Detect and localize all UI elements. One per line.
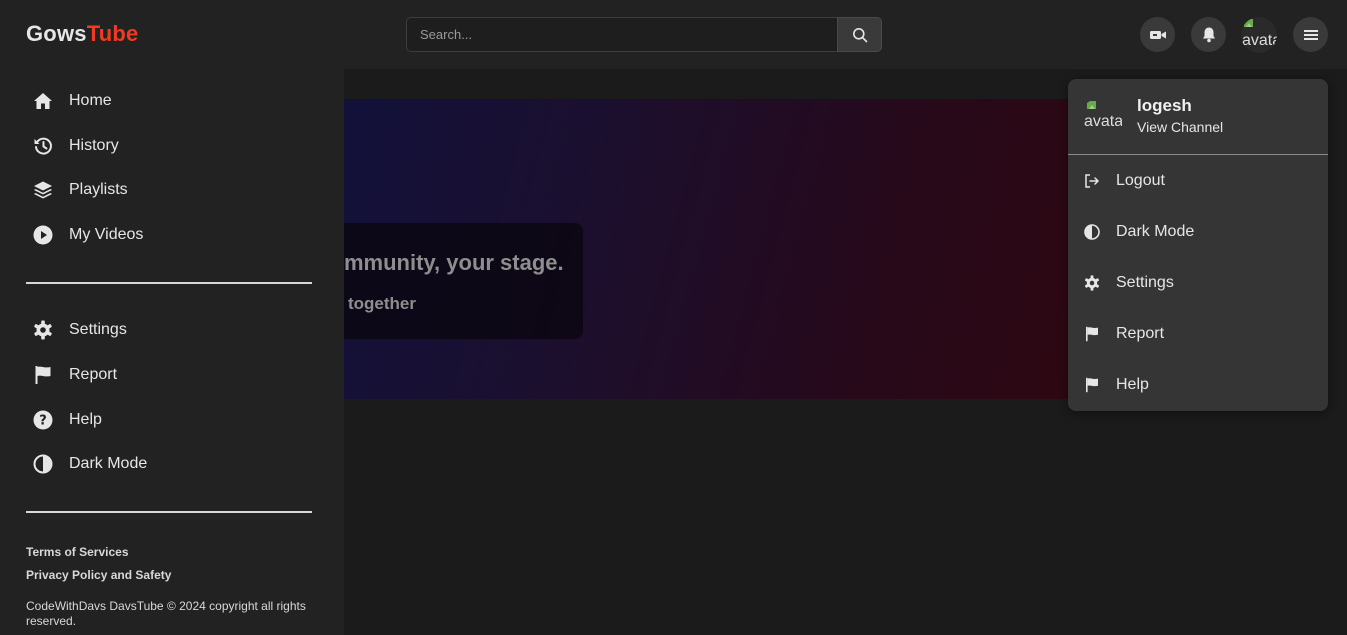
top-header: GowsTube avatar	[0, 0, 1347, 69]
gear-icon	[1084, 275, 1100, 291]
notifications-button[interactable]	[1191, 17, 1226, 52]
sidebar-divider	[26, 511, 312, 513]
sidebar-item-playlists[interactable]: Playlists	[32, 178, 128, 202]
sidebar-item-label: Help	[69, 411, 102, 428]
sidebar: Home History Playlists My Videos Setting…	[0, 69, 344, 635]
search-bar	[406, 17, 882, 52]
flag-icon	[1084, 326, 1100, 342]
search-button[interactable]	[837, 17, 882, 52]
sidebar-item-help[interactable]: ? Help	[32, 408, 102, 432]
dropdown-avatar[interactable]: avatar	[1084, 99, 1122, 133]
history-icon	[32, 135, 54, 157]
menu-item-help[interactable]: Help	[1084, 374, 1149, 396]
menu-button[interactable]	[1293, 17, 1328, 52]
sidebar-item-label: Report	[69, 366, 118, 383]
menu-icon	[1303, 29, 1318, 40]
sidebar-item-label: Dark Mode	[69, 455, 148, 472]
layers-icon	[32, 179, 54, 201]
user-menu-dropdown: avatar logesh View Channel Logout Dark M…	[1068, 79, 1328, 411]
upload-video-button[interactable]	[1140, 17, 1175, 52]
avatar-alt-text: avatar	[1242, 32, 1277, 49]
half-circle-icon	[1084, 224, 1100, 240]
sidebar-item-dark-mode[interactable]: Dark Mode	[32, 452, 147, 476]
sidebar-item-label: Playlists	[69, 181, 128, 198]
copyright-text: CodeWithDavs DavsTube © 2024 copyright a…	[26, 599, 306, 628]
question-circle-icon: ?	[32, 409, 54, 431]
menu-item-label: Dark Mode	[1116, 223, 1195, 240]
sidebar-item-label: Home	[69, 92, 112, 109]
sidebar-item-label: My Videos	[69, 226, 144, 243]
menu-item-label: Help	[1116, 376, 1149, 393]
sidebar-divider	[26, 282, 312, 284]
logo-text-gows: Gows	[26, 21, 87, 46]
menu-item-report[interactable]: Report	[1084, 323, 1164, 345]
hero-subtitle: together	[348, 294, 416, 313]
sidebar-item-history[interactable]: History	[32, 134, 119, 158]
menu-item-settings[interactable]: Settings	[1084, 272, 1174, 294]
flag-icon	[32, 364, 54, 386]
broken-image-icon	[1087, 101, 1096, 109]
gear-icon	[32, 319, 54, 341]
view-channel-link[interactable]: View Channel	[1137, 119, 1223, 135]
search-input[interactable]	[406, 17, 837, 52]
menu-item-logout[interactable]: Logout	[1084, 170, 1165, 192]
username: logesh	[1137, 96, 1192, 115]
avatar-alt-text: avatar	[1084, 113, 1122, 130]
sidebar-item-report[interactable]: Report	[32, 363, 117, 387]
sidebar-item-home[interactable]: Home	[32, 89, 112, 113]
bell-icon	[1202, 27, 1215, 43]
logout-icon	[1084, 173, 1100, 189]
sidebar-item-settings[interactable]: Settings	[32, 318, 127, 342]
site-logo[interactable]: GowsTube	[26, 21, 138, 47]
svg-text:?: ?	[39, 414, 47, 429]
menu-item-label: Logout	[1116, 172, 1165, 189]
menu-item-dark-mode[interactable]: Dark Mode	[1084, 221, 1194, 243]
home-icon	[32, 90, 54, 112]
menu-item-label: Settings	[1116, 274, 1174, 291]
half-circle-icon	[32, 453, 54, 475]
menu-item-label: Report	[1116, 325, 1165, 342]
play-circle-icon	[32, 224, 54, 246]
avatar[interactable]: avatar	[1241, 17, 1277, 53]
broken-image-icon	[1244, 19, 1253, 27]
search-icon	[852, 27, 867, 42]
logo-text-tube: Tube	[86, 21, 139, 46]
sidebar-item-my-videos[interactable]: My Videos	[32, 223, 143, 247]
sidebar-item-label: History	[69, 137, 119, 154]
hero-title: mmunity, your stage.	[344, 250, 564, 275]
sidebar-item-label: Settings	[69, 321, 127, 338]
terms-link[interactable]: Terms of Services	[26, 545, 129, 559]
privacy-link[interactable]: Privacy Policy and Safety	[26, 568, 171, 582]
dropdown-divider	[1068, 154, 1328, 155]
flag-icon	[1084, 377, 1100, 393]
video-camera-icon	[1149, 30, 1166, 39]
